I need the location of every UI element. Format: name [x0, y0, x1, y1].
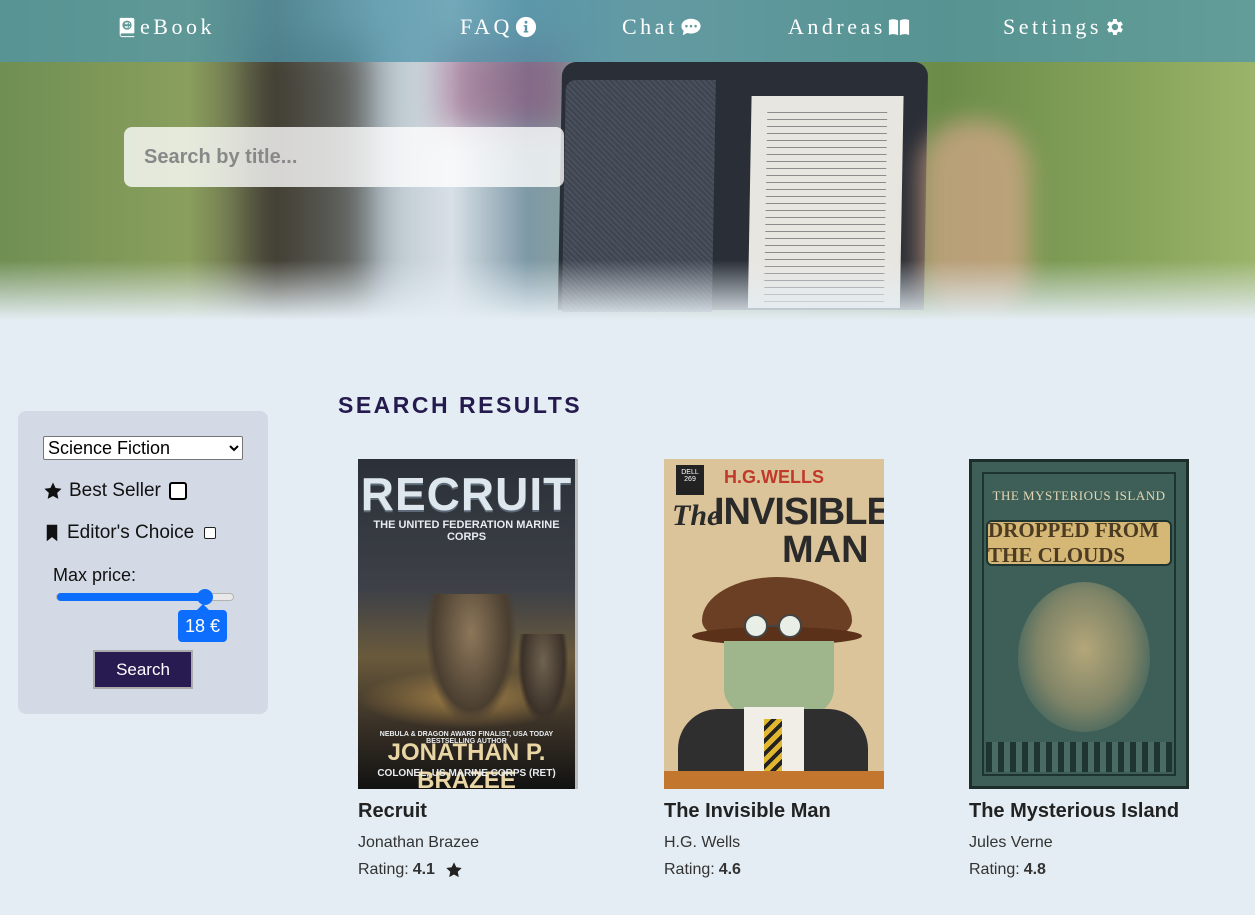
nav-settings-link[interactable]: Settings	[1003, 14, 1126, 40]
best-seller-checkbox[interactable]	[168, 482, 187, 500]
max-price-slider[interactable]	[56, 589, 234, 605]
slider-thumb[interactable]	[196, 589, 213, 605]
nav-faq-label: FAQ	[460, 14, 513, 39]
cover-title-line2: MAN	[782, 529, 869, 571]
book-rating: Rating: 4.6	[664, 861, 894, 879]
best-seller-label: Best Seller	[69, 480, 161, 501]
book-card[interactable]: THE MYSTERIOUS ISLAND DROPPED FROM THE C…	[969, 459, 1199, 879]
book-title[interactable]: The Mysterious Island	[969, 800, 1199, 823]
rating-value: 4.6	[718, 861, 741, 878]
chat-bubble-icon	[680, 18, 701, 36]
book-title[interactable]: The Invisible Man	[664, 800, 894, 823]
star-icon	[44, 482, 62, 499]
book-rating: Rating: 4.8	[969, 861, 1199, 879]
cover-balloon	[1018, 582, 1150, 732]
editors-choice-filter[interactable]: Editor's Choice	[43, 522, 217, 544]
cover-author: H.G.WELLS	[724, 467, 824, 487]
cover-mech-robot-small	[518, 634, 568, 724]
top-nav: eBook FAQ Chat Andreas Settings	[0, 0, 1255, 62]
rating-value: 4.8	[1023, 861, 1046, 878]
hero-fade	[0, 260, 1255, 320]
nav-brand-link[interactable]: eBook	[116, 14, 215, 40]
max-price-label: Max price:	[53, 565, 137, 585]
gear-icon	[1107, 19, 1123, 35]
info-circle-icon	[515, 16, 536, 38]
cover-publisher: DELL 269	[676, 465, 704, 495]
search-input[interactable]	[124, 127, 564, 187]
nav-chat-link[interactable]: Chat	[622, 14, 702, 40]
book-cover-invisible-man[interactable]: DELL 269 H.G.WELLS The INVISIBLE MAN	[664, 459, 884, 789]
book-card[interactable]: RECRUIT THE UNITED FEDERATION MARINE COR…	[358, 459, 588, 879]
cover-tie	[764, 719, 782, 779]
book-card[interactable]: DELL 269 H.G.WELLS The INVISIBLE MAN The…	[664, 459, 894, 879]
rating-label: Rating:	[969, 861, 1020, 878]
editors-choice-label: Editor's Choice	[67, 522, 195, 543]
rating-label: Rating:	[358, 861, 409, 878]
nav-chat-label: Chat	[622, 14, 678, 39]
rating-label: Rating:	[664, 861, 715, 878]
cover-title-line1: INVISIBLE	[714, 491, 884, 533]
genre-select[interactable]: Science Fiction	[43, 436, 243, 460]
cover-title: RECRUIT	[360, 468, 573, 520]
cover-author-rank: COLONEL, US MARINE CORPS (RET)	[377, 768, 556, 779]
slider-fill	[57, 593, 205, 601]
cover-title: DROPPED FROM THE CLOUDS	[986, 518, 1172, 567]
bookmark-icon	[46, 524, 58, 542]
cover-ornament	[986, 742, 1172, 772]
book-rating: Rating: 4.1	[358, 861, 588, 879]
star-icon	[446, 862, 462, 878]
cover-glasses	[744, 614, 802, 638]
cover-mech-robot	[426, 594, 516, 724]
nav-user-label: Andreas	[788, 14, 886, 39]
editors-choice-checkbox[interactable]	[204, 527, 217, 539]
open-book-icon	[888, 19, 909, 36]
max-price-badge: 18 €	[178, 604, 227, 642]
nav-faq-link[interactable]: FAQ	[460, 14, 537, 40]
rating-value: 4.1	[412, 861, 435, 878]
filter-panel: Science Fiction Best Seller Editor's Cho…	[18, 411, 268, 714]
nav-brand-label: eBook	[140, 14, 215, 39]
book-author: Jonathan Brazee	[358, 834, 479, 851]
results-heading: SEARCH RESULTS	[338, 392, 583, 418]
cover-footer-band	[664, 771, 884, 789]
book-title[interactable]: Recruit	[358, 800, 588, 823]
nav-user-link[interactable]: Andreas	[788, 14, 910, 40]
nav-settings-label: Settings	[1003, 14, 1102, 39]
book-author: H.G. Wells	[664, 834, 741, 851]
best-seller-filter[interactable]: Best Seller	[43, 480, 187, 502]
book-cover-recruit[interactable]: RECRUIT THE UNITED FEDERATION MARINE COR…	[358, 459, 578, 789]
book-cover-mysterious-island[interactable]: THE MYSTERIOUS ISLAND DROPPED FROM THE C…	[969, 459, 1189, 789]
book-globe-icon	[119, 17, 135, 38]
cover-series: THE MYSTERIOUS ISLAND	[992, 488, 1166, 503]
cover-author: JONATHAN P. BRAZEE	[387, 739, 546, 789]
cover-subtitle: THE UNITED FEDERATION MARINE CORPS	[373, 519, 560, 543]
search-button[interactable]: Search	[93, 650, 193, 689]
book-author: Jules Verne	[969, 834, 1053, 851]
